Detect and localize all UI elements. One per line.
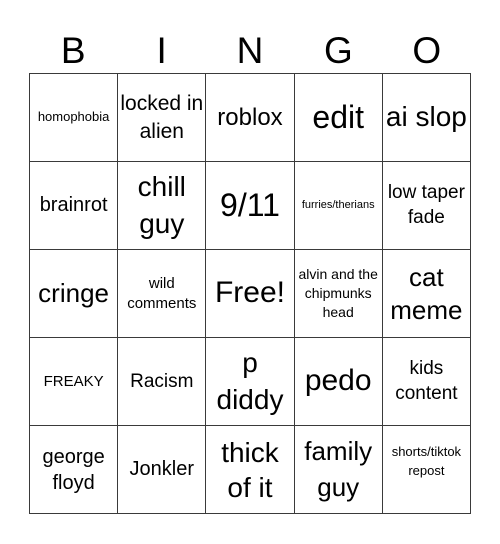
cell-text: cat meme [390, 262, 463, 325]
free-space-text: Free! [214, 276, 285, 310]
cell-text: chill guy [137, 171, 186, 239]
bingo-cell[interactable]: homophobia [30, 74, 119, 162]
cell-text: Jonkler [129, 458, 195, 480]
cell-text: furries/therians [301, 199, 375, 212]
cell-text: thick of it [221, 436, 279, 503]
bingo-cell[interactable]: george floyd [30, 426, 119, 514]
bingo-cell[interactable]: p diddy [206, 338, 295, 426]
cell-text: george floyd [42, 445, 105, 494]
bingo-cell[interactable]: Jonkler [118, 426, 207, 514]
cell-text: roblox [217, 103, 283, 131]
bingo-cell[interactable]: kids content [382, 338, 471, 426]
cell-text: p diddy [216, 347, 284, 415]
bingo-cell free-space[interactable]: Free! [206, 250, 295, 338]
header-letter-n: N [236, 30, 264, 71]
bingo-cell[interactable]: cat meme [382, 250, 471, 338]
bingo-cell[interactable]: edit [294, 74, 383, 162]
bingo-cell[interactable]: furries/therians [294, 162, 383, 250]
bingo-cell[interactable]: chill guy [118, 162, 207, 250]
cell-text: FREAKY [43, 372, 104, 390]
cell-text: homophobia [37, 109, 110, 125]
cell-text: wild comments [127, 275, 197, 312]
bingo-card-grid: homophobia locked in alien roblox edit a… [29, 73, 471, 514]
cell-text: low taper fade [387, 181, 465, 228]
bingo-cell[interactable]: brainrot [30, 162, 119, 250]
bingo-cell[interactable]: ai slop [382, 74, 471, 162]
cell-text: Racism [130, 370, 194, 392]
cell-text: alvin and the chipmunks head [298, 266, 378, 320]
cell-text: pedo [304, 364, 372, 398]
header-letter-o: O [412, 30, 442, 71]
cell-text: kids content [395, 357, 458, 404]
header-letter-i: I [156, 30, 167, 71]
bingo-cell[interactable]: FREAKY [30, 338, 119, 426]
bingo-cell[interactable]: alvin and the chipmunks head [294, 250, 383, 338]
cell-text: ai slop [385, 101, 467, 133]
bingo-cell[interactable]: thick of it [206, 426, 295, 514]
bingo-cell[interactable]: 9/11 [206, 162, 295, 250]
cell-text: brainrot [39, 194, 108, 216]
cell-text: cringe [38, 277, 109, 308]
cell-text: 9/11 [220, 187, 280, 224]
cell-text: family guy [304, 436, 373, 502]
bingo-cell[interactable]: cringe [30, 250, 119, 338]
cell-text: edit [312, 99, 364, 136]
bingo-cell[interactable]: roblox [206, 74, 295, 162]
cell-text: locked in alien [120, 92, 204, 143]
header-letter-g: G [324, 30, 353, 71]
cell-text: shorts/tiktok repost [391, 444, 462, 478]
bingo-cell[interactable]: low taper fade [382, 162, 471, 250]
bingo-cell[interactable]: wild comments [118, 250, 207, 338]
bingo-cell[interactable]: pedo [294, 338, 383, 426]
bingo-cell[interactable]: locked in alien [118, 74, 207, 162]
bingo-header: B I N G O [29, 28, 471, 73]
bingo-cell[interactable]: family guy [294, 426, 383, 514]
bingo-cell[interactable]: shorts/tiktok repost [382, 426, 471, 514]
bingo-cell[interactable]: Racism [118, 338, 207, 426]
header-letter-b: B [60, 30, 86, 71]
